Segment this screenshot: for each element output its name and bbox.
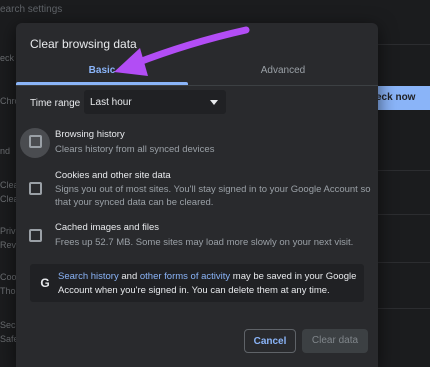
time-range-value: Last hour: [90, 97, 132, 108]
settings-search-bar[interactable]: earch settings: [0, 0, 430, 20]
tab-basic[interactable]: Basic: [16, 55, 188, 85]
info-text: Search history and other forms of activi…: [58, 270, 358, 298]
check-now-button[interactable]: eck now: [372, 86, 430, 110]
background-divider: [378, 214, 430, 215]
clear-data-button[interactable]: Clear data: [302, 329, 368, 353]
clear-browsing-data-dialog: Clear browsing data Basic Advanced Time …: [16, 23, 378, 367]
search-history-link[interactable]: Search history: [58, 271, 119, 282]
option-description: Clears history from all synced devices: [55, 144, 215, 155]
option-title: Browsing history: [55, 129, 125, 140]
google-g-icon: G: [40, 276, 50, 290]
background-divider: [378, 262, 430, 263]
option-title: Cached images and files: [55, 222, 160, 233]
background-divider: [378, 308, 430, 309]
time-range-label: Time range: [30, 98, 81, 109]
option-description: Signs you out of most sites. You'll stay…: [55, 184, 371, 208]
cookies-checkbox[interactable]: [29, 182, 42, 195]
chevron-down-icon: [210, 100, 218, 105]
background-right-column: [378, 0, 430, 367]
tabs-divider: [16, 85, 378, 86]
tab-bar: Basic Advanced: [16, 55, 378, 85]
other-activity-link[interactable]: other forms of activity: [140, 271, 230, 282]
background-divider: [378, 44, 430, 45]
info-text-part: and: [118, 271, 140, 282]
cached-images-checkbox[interactable]: [29, 229, 42, 242]
browsing-history-checkbox[interactable]: [29, 135, 42, 148]
google-account-info-box: G Search history and other forms of acti…: [30, 264, 364, 302]
option-title: Cookies and other site data: [55, 170, 171, 181]
background-divider: [378, 170, 430, 171]
cancel-button[interactable]: Cancel: [244, 329, 296, 353]
option-description: Frees up 52.7 MB. Some sites may load mo…: [55, 237, 354, 248]
dialog-title: Clear browsing data: [30, 37, 137, 51]
tab-advanced[interactable]: Advanced: [188, 55, 378, 85]
time-range-select[interactable]: Last hour: [84, 90, 226, 114]
